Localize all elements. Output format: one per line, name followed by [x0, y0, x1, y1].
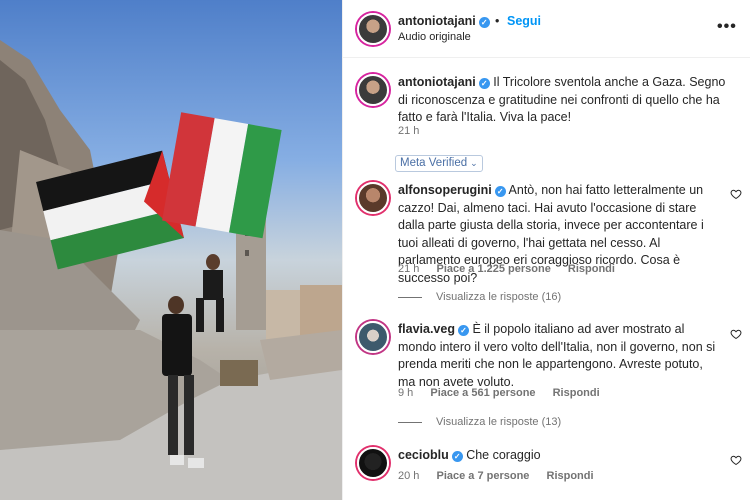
- reply-button[interactable]: Rispondi: [553, 387, 600, 399]
- verified-badge-icon: ✓: [457, 325, 469, 336]
- comment-time[interactable]: 9 h: [398, 387, 413, 399]
- post-detail-panel: antoniotajani ✓ • Segui Audio originale •…: [342, 0, 750, 500]
- caption-username[interactable]: antoniotajani ✓: [398, 75, 490, 89]
- comment-avatar[interactable]: [357, 447, 389, 479]
- meta-verified-label: Meta Verified: [400, 157, 468, 169]
- author-username[interactable]: antoniotajani ✓: [398, 14, 490, 28]
- caption: antoniotajani ✓ Il Tricolore sventola anc…: [398, 74, 738, 127]
- caption-avatar[interactable]: [357, 74, 389, 106]
- heart-icon[interactable]: [730, 188, 742, 200]
- comment: flavia.veg ✓ È il popolo italiano ad aver…: [398, 321, 720, 391]
- author-avatar[interactable]: [357, 13, 389, 45]
- post-video[interactable]: [0, 0, 342, 500]
- video-frame-illustration: [0, 40, 342, 500]
- heart-icon[interactable]: [730, 454, 742, 466]
- audio-link[interactable]: Audio originale: [398, 31, 471, 43]
- comment-likes[interactable]: Piace a 561 persone: [430, 387, 535, 399]
- meta-verified-dropdown[interactable]: Meta Verified ⌄: [395, 155, 483, 172]
- comment-username[interactable]: cecioblu ✓: [398, 448, 463, 462]
- view-replies-button[interactable]: Visualizza le risposte (13): [398, 416, 561, 428]
- follow-button[interactable]: Segui: [507, 14, 541, 28]
- comment-username[interactable]: flavia.veg ✓: [398, 322, 469, 336]
- replies-divider: [398, 296, 422, 298]
- verified-badge-icon: ✓: [494, 186, 506, 197]
- comment-meta: 9 h Piace a 561 persone Rispondi: [398, 387, 614, 399]
- chevron-down-icon: ⌄: [470, 158, 478, 168]
- verified-badge-icon: ✓: [478, 17, 490, 28]
- separator-dot: •: [495, 14, 500, 28]
- comment: cecioblu ✓ Che coraggio: [398, 447, 720, 465]
- comment-time[interactable]: 21 h: [398, 263, 419, 275]
- heart-icon[interactable]: [730, 328, 742, 340]
- comment-likes[interactable]: Piace a 1.225 persone: [436, 263, 550, 275]
- view-replies-label: Visualizza le risposte (16): [436, 291, 562, 303]
- replies-divider: [398, 421, 422, 423]
- view-replies-button[interactable]: Visualizza le risposte (16): [398, 291, 561, 303]
- verified-badge-icon: ✓: [451, 451, 463, 462]
- comment-username[interactable]: alfonsoperugini ✓: [398, 183, 506, 197]
- post-header: antoniotajani ✓ • Segui Audio originale •…: [343, 0, 750, 58]
- more-options-icon[interactable]: •••: [717, 18, 737, 36]
- comment-avatar[interactable]: [357, 321, 389, 353]
- reply-button[interactable]: Rispondi: [568, 263, 615, 275]
- comment-time[interactable]: 20 h: [398, 470, 419, 482]
- caption-time[interactable]: 21 h: [398, 125, 419, 137]
- view-replies-label: Visualizza le risposte (13): [436, 416, 562, 428]
- comment-meta: 20 h Piace a 7 persone Rispondi: [398, 470, 608, 482]
- reply-button[interactable]: Rispondi: [547, 470, 594, 482]
- comment-meta: 21 h Piace a 1.225 persone Rispondi: [398, 263, 629, 275]
- comment-likes[interactable]: Piace a 7 persone: [436, 470, 529, 482]
- verified-badge-icon: ✓: [478, 78, 490, 89]
- comment-text: Che coraggio: [466, 448, 541, 462]
- caption-meta: 21 h: [398, 125, 433, 137]
- comment-avatar[interactable]: [357, 182, 389, 214]
